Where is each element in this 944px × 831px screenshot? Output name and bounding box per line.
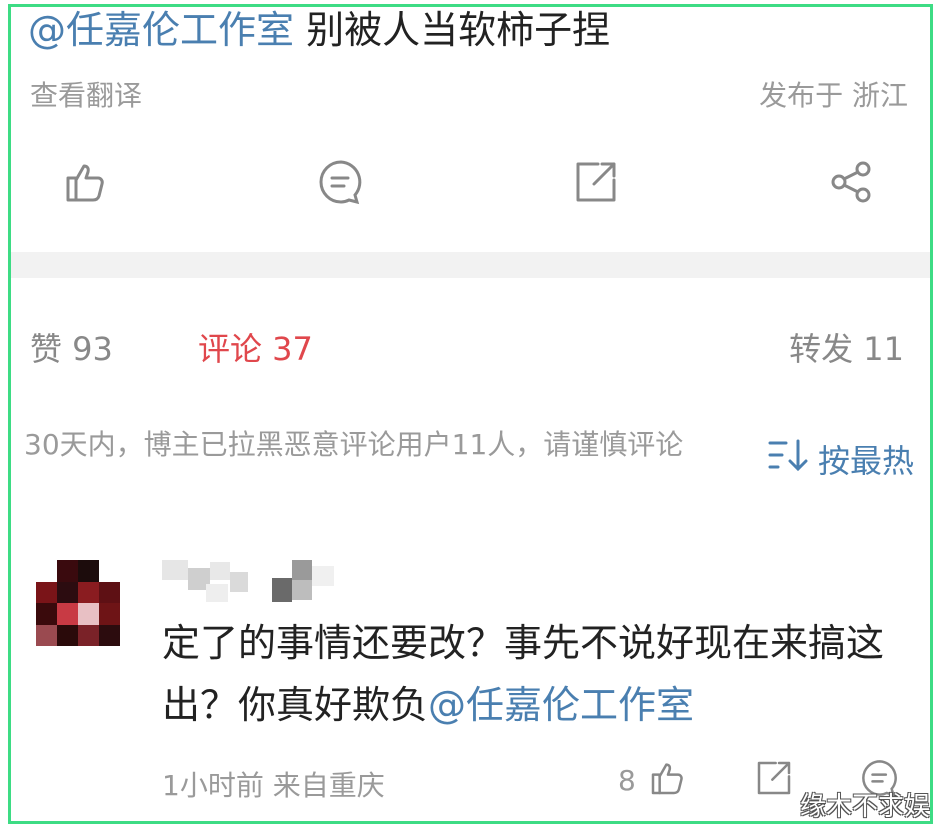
watermark-text: 缘木不求娱 [799, 792, 930, 822]
sort-label: 按最热 [817, 442, 914, 480]
comment-mention-link[interactable]: @任嘉伦工作室 [428, 683, 694, 727]
sort-button[interactable]: 按最热 [768, 436, 914, 482]
comment-like-count: 8 [618, 764, 636, 797]
comment-repost-icon[interactable] [754, 758, 794, 798]
avatar[interactable] [36, 560, 120, 646]
tab-likes[interactable]: 赞 93 [30, 324, 113, 370]
post-body: 别被人当软柿子捏 [294, 8, 611, 52]
sort-icon [768, 437, 808, 481]
tab-comments[interactable]: 评论 37 [198, 324, 313, 370]
comment-body: 定了的事情还要改？事先不说好现在来搞这出？你真好欺负@任嘉伦工作室 [162, 612, 902, 736]
comment-thumbs-up-icon[interactable] [648, 758, 688, 798]
section-divider [11, 252, 930, 278]
tab-reposts[interactable]: 转发 11 [789, 324, 904, 370]
thumbs-up-icon[interactable] [62, 158, 110, 206]
translate-link[interactable]: 查看翻译 [30, 74, 142, 114]
comment-icon[interactable] [317, 158, 365, 206]
post-text: @任嘉伦工作室 别被人当软柿子捏 [28, 6, 610, 54]
username-blurred[interactable] [162, 560, 362, 604]
comment-policy-hint: 30天内，博主已拉黑恶意评论用户11人，请谨慎评论 [24, 428, 684, 461]
comment-time-source: 1小时前 来自重庆 [162, 769, 385, 802]
post-location: 发布于 浙江 [759, 79, 908, 112]
repost-icon[interactable] [572, 158, 620, 206]
share-icon[interactable] [827, 158, 875, 206]
post-mention-link[interactable]: @任嘉伦工作室 [28, 8, 294, 52]
